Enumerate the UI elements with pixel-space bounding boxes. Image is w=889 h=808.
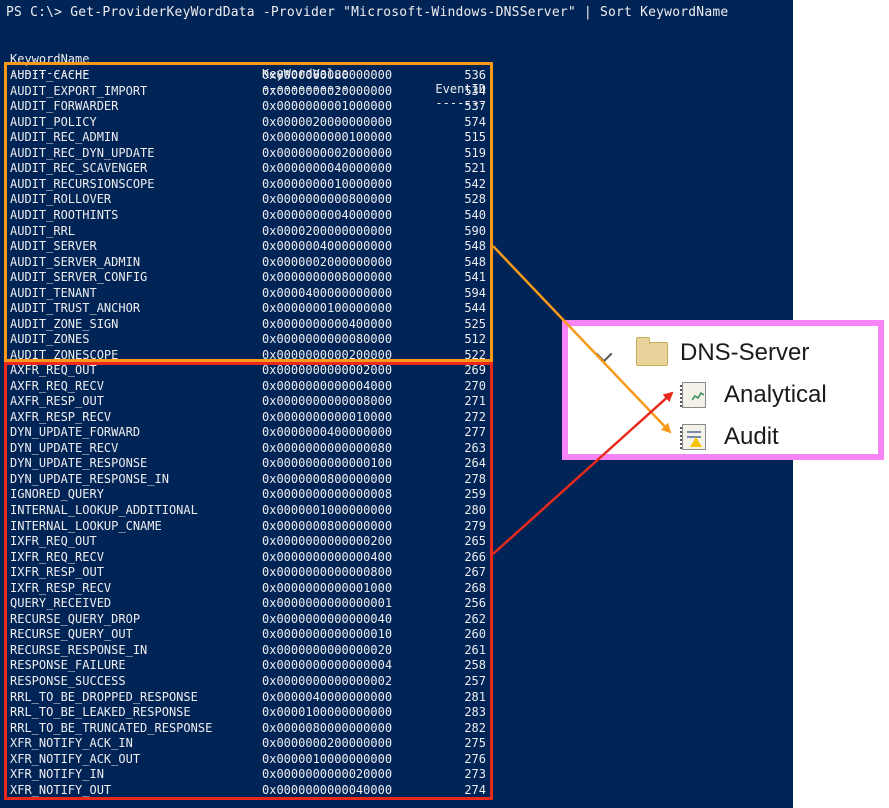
tree-node-analytical[interactable]: Analytical bbox=[724, 381, 827, 409]
tree-node-label: Audit bbox=[724, 423, 779, 450]
event-viewer-tree-panel: DNS-Server Analytical Audit bbox=[562, 320, 884, 460]
audit-highlight-box bbox=[4, 62, 493, 362]
chevron-down-icon[interactable] bbox=[595, 345, 613, 363]
audit-log-icon bbox=[680, 424, 706, 450]
command-line: PS C:\> Get-ProviderKeyWordData -Provide… bbox=[6, 5, 729, 20]
tree-node-audit[interactable]: Audit bbox=[724, 423, 779, 451]
analytical-highlight-box bbox=[4, 362, 493, 800]
folder-icon bbox=[636, 337, 668, 366]
analytical-log-icon bbox=[680, 382, 706, 408]
tree-node-dns-server[interactable]: DNS-Server bbox=[680, 339, 809, 367]
tree-node-label: DNS-Server bbox=[680, 339, 810, 366]
tree-node-label: Analytical bbox=[724, 381, 827, 408]
table-header: KeywordName KeyWordValue EventID bbox=[0, 37, 486, 96]
